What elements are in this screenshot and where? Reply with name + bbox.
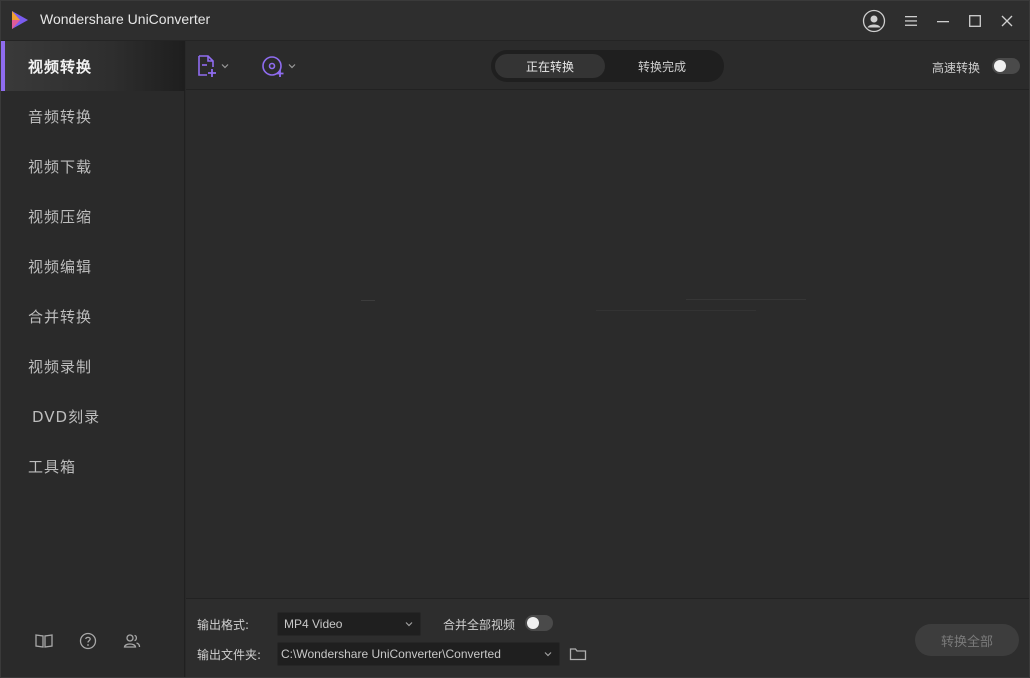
sidebar-item-video-edit[interactable]: 视频编辑	[1, 241, 185, 291]
app-logo-icon	[12, 11, 28, 29]
minimize-icon[interactable]	[930, 9, 956, 33]
sidebar-item-label: 视频压缩	[28, 207, 93, 226]
merge-all-toggle[interactable]	[525, 615, 553, 631]
output-folder-select[interactable]: C:\Wondershare UniConverter\Converted	[277, 642, 560, 666]
bottom-bar: 输出格式: MP4 Video 合并全部视频 输出文件夹: C:\Wonders…	[186, 598, 1029, 677]
sidebar-item-merge[interactable]: 合并转换	[1, 291, 185, 341]
app-window: Wondershare UniConverter 视频转换 音频转换 视频下载 …	[0, 0, 1030, 678]
sidebar-item-audio-convert[interactable]: 音频转换	[1, 91, 185, 141]
output-folder-value: C:\Wondershare UniConverter\Converted	[281, 647, 501, 661]
help-icon[interactable]	[78, 631, 98, 651]
sidebar-item-label: DVD刻录	[32, 407, 101, 426]
toggle-knob	[994, 60, 1006, 72]
convert-all-button[interactable]: 转换全部	[915, 624, 1019, 656]
merge-all-label: 合并全部视频	[443, 618, 516, 632]
users-icon[interactable]	[122, 631, 142, 651]
close-icon[interactable]	[994, 9, 1020, 33]
maximize-icon[interactable]	[962, 9, 988, 33]
tab-label: 转换完成	[637, 59, 686, 74]
sidebar-item-label: 视频转换	[28, 57, 93, 76]
toolbar: 正在转换 转换完成 高速转换	[186, 41, 1029, 90]
title-bar: Wondershare UniConverter	[1, 1, 1029, 41]
divider	[596, 310, 756, 311]
sidebar-item-video-convert[interactable]: 视频转换	[1, 41, 185, 91]
divider	[686, 299, 806, 300]
app-title: Wondershare UniConverter	[40, 11, 211, 27]
sidebar-item-video-compress[interactable]: 视频压缩	[1, 191, 185, 241]
add-dvd-icon	[262, 56, 284, 77]
tab-converting[interactable]: 正在转换	[495, 54, 605, 78]
chevron-down-icon	[544, 652, 552, 657]
account-icon[interactable]	[861, 9, 887, 33]
high-speed-toggle[interactable]	[992, 58, 1020, 74]
sidebar: 视频转换 音频转换 视频下载 视频压缩 视频编辑 合并转换 视频录制 DVD刻录…	[1, 41, 185, 677]
sidebar-item-label: 合并转换	[28, 307, 93, 326]
sidebar-item-label: 音频转换	[28, 107, 93, 126]
sidebar-item-video-download[interactable]: 视频下载	[1, 141, 185, 191]
file-list-area[interactable]	[186, 90, 1029, 598]
output-format-label: 输出格式:	[197, 618, 250, 632]
tab-label: 正在转换	[525, 59, 574, 74]
sidebar-item-label: 工具箱	[28, 457, 77, 476]
tab-converted[interactable]: 转换完成	[607, 54, 717, 78]
add-file-icon	[198, 55, 216, 77]
sidebar-item-toolbox[interactable]: 工具箱	[1, 441, 185, 491]
sidebar-item-label: 视频下载	[28, 157, 93, 176]
status-tab-switch: 正在转换 转换完成	[491, 50, 724, 82]
add-files-button[interactable]	[196, 53, 230, 79]
convert-all-label: 转换全部	[940, 634, 993, 650]
sidebar-item-record[interactable]: 视频录制	[1, 341, 185, 391]
output-format-select[interactable]: MP4 Video	[277, 612, 421, 636]
chevron-down-icon	[221, 64, 229, 69]
folder-icon[interactable]	[569, 646, 587, 662]
output-format-value: MP4 Video	[284, 617, 343, 631]
high-speed-label: 高速转换	[932, 61, 981, 75]
sidebar-item-label: 视频录制	[28, 357, 93, 376]
output-folder-label: 输出文件夹:	[197, 648, 262, 662]
toggle-knob	[527, 617, 539, 629]
sidebar-item-label: 视频编辑	[28, 257, 93, 276]
divider	[361, 300, 375, 301]
load-dvd-button[interactable]	[261, 53, 297, 79]
chevron-down-icon	[288, 64, 296, 69]
menu-icon[interactable]	[898, 9, 924, 33]
book-icon[interactable]	[34, 631, 54, 651]
sidebar-item-dvd-burn[interactable]: DVD刻录	[1, 391, 185, 441]
chevron-down-icon	[405, 622, 413, 627]
